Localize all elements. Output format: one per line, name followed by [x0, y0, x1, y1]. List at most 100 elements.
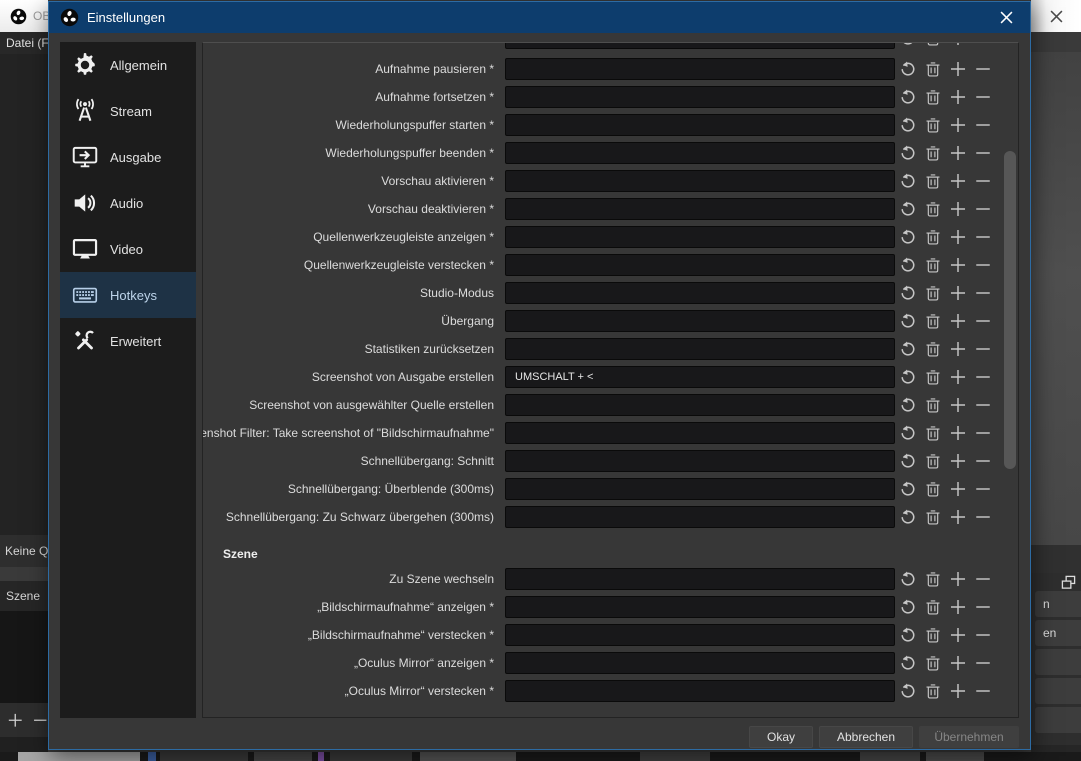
undo-icon[interactable] — [895, 679, 920, 704]
trash-icon[interactable] — [920, 141, 945, 166]
plus-icon[interactable] — [945, 679, 970, 704]
hotkey-input[interactable] — [505, 114, 895, 136]
plus-icon[interactable] — [945, 253, 970, 278]
plus-icon[interactable] — [945, 595, 970, 620]
hotkey-input[interactable] — [505, 58, 895, 80]
plus-icon[interactable] — [945, 567, 970, 592]
trash-icon[interactable] — [920, 337, 945, 362]
plus-icon[interactable] — [945, 337, 970, 362]
undo-icon[interactable] — [895, 42, 920, 51]
trash-icon[interactable] — [920, 42, 945, 51]
plus-icon[interactable] — [945, 42, 970, 51]
trash-icon[interactable] — [920, 197, 945, 222]
undo-icon[interactable] — [895, 623, 920, 648]
cascade-windows-icon[interactable] — [1061, 575, 1077, 591]
minus-icon[interactable] — [970, 337, 995, 362]
minus-icon[interactable] — [970, 113, 995, 138]
minus-icon[interactable] — [970, 449, 995, 474]
hotkey-input[interactable] — [505, 568, 895, 590]
undo-icon[interactable] — [895, 225, 920, 250]
okay-button[interactable]: Okay — [749, 726, 813, 748]
add-scene-button[interactable] — [7, 712, 24, 729]
hotkey-input[interactable] — [505, 596, 895, 618]
trash-icon[interactable] — [920, 567, 945, 592]
bg-close-button[interactable] — [1045, 5, 1067, 27]
plus-icon[interactable] — [945, 623, 970, 648]
minus-icon[interactable] — [970, 85, 995, 110]
undo-icon[interactable] — [895, 85, 920, 110]
undo-icon[interactable] — [895, 365, 920, 390]
minus-icon[interactable] — [970, 477, 995, 502]
plus-icon[interactable] — [945, 365, 970, 390]
menu-item-file[interactable]: Datei (F — [0, 36, 48, 50]
bg-button-fragment[interactable]: en — [1035, 620, 1081, 646]
plus-icon[interactable] — [945, 477, 970, 502]
bg-button-fragment[interactable] — [1035, 649, 1081, 675]
hotkey-input[interactable] — [505, 338, 895, 360]
hotkey-input[interactable] — [505, 226, 895, 248]
minus-icon[interactable] — [970, 197, 995, 222]
scrollbar-thumb[interactable] — [1004, 151, 1016, 469]
hotkey-input[interactable] — [505, 366, 895, 388]
trash-icon[interactable] — [920, 421, 945, 446]
hotkey-input[interactable] — [505, 478, 895, 500]
hotkey-input[interactable] — [505, 42, 895, 49]
hotkey-input[interactable] — [505, 680, 895, 702]
trash-icon[interactable] — [920, 253, 945, 278]
plus-icon[interactable] — [945, 505, 970, 530]
minus-icon[interactable] — [970, 421, 995, 446]
scenes-list[interactable] — [0, 611, 48, 703]
undo-icon[interactable] — [895, 57, 920, 82]
minus-icon[interactable] — [970, 651, 995, 676]
trash-icon[interactable] — [920, 85, 945, 110]
plus-icon[interactable] — [945, 309, 970, 334]
sidebar-item-ausgabe[interactable]: Ausgabe — [60, 134, 196, 180]
bg-button-fragment[interactable] — [1035, 707, 1081, 733]
taskbar[interactable] — [0, 752, 1081, 761]
minus-icon[interactable] — [970, 365, 995, 390]
dialog-titlebar[interactable]: Einstellungen — [49, 2, 1030, 33]
trash-icon[interactable] — [920, 477, 945, 502]
undo-icon[interactable] — [895, 113, 920, 138]
hotkey-input[interactable] — [505, 652, 895, 674]
hotkey-input[interactable] — [505, 422, 895, 444]
trash-icon[interactable] — [920, 225, 945, 250]
trash-icon[interactable] — [920, 595, 945, 620]
sidebar-item-video[interactable]: Video — [60, 226, 196, 272]
minus-icon[interactable] — [970, 141, 995, 166]
undo-icon[interactable] — [895, 309, 920, 334]
sidebar-item-hotkeys[interactable]: Hotkeys — [60, 272, 196, 318]
minus-icon[interactable] — [970, 505, 995, 530]
minus-icon[interactable] — [970, 567, 995, 592]
plus-icon[interactable] — [945, 141, 970, 166]
undo-icon[interactable] — [895, 651, 920, 676]
undo-icon[interactable] — [895, 393, 920, 418]
undo-icon[interactable] — [895, 197, 920, 222]
minus-icon[interactable] — [970, 281, 995, 306]
undo-icon[interactable] — [895, 595, 920, 620]
sidebar-item-stream[interactable]: Stream — [60, 88, 196, 134]
undo-icon[interactable] — [895, 567, 920, 592]
trash-icon[interactable] — [920, 651, 945, 676]
trash-icon[interactable] — [920, 113, 945, 138]
undo-icon[interactable] — [895, 449, 920, 474]
undo-icon[interactable] — [895, 337, 920, 362]
trash-icon[interactable] — [920, 393, 945, 418]
plus-icon[interactable] — [945, 197, 970, 222]
trash-icon[interactable] — [920, 449, 945, 474]
plus-icon[interactable] — [945, 421, 970, 446]
sidebar-item-allgemein[interactable]: Allgemein — [60, 42, 196, 88]
sidebar-item-audio[interactable]: Audio — [60, 180, 196, 226]
minus-icon[interactable] — [970, 393, 995, 418]
plus-icon[interactable] — [945, 449, 970, 474]
plus-icon[interactable] — [945, 113, 970, 138]
minus-icon[interactable] — [970, 309, 995, 334]
minus-icon[interactable] — [970, 169, 995, 194]
cancel-button[interactable]: Abbrechen — [819, 726, 913, 748]
undo-icon[interactable] — [895, 253, 920, 278]
minus-icon[interactable] — [970, 42, 995, 51]
plus-icon[interactable] — [945, 225, 970, 250]
minus-icon[interactable] — [970, 595, 995, 620]
hotkey-input[interactable] — [505, 86, 895, 108]
hotkey-input[interactable] — [505, 254, 895, 276]
